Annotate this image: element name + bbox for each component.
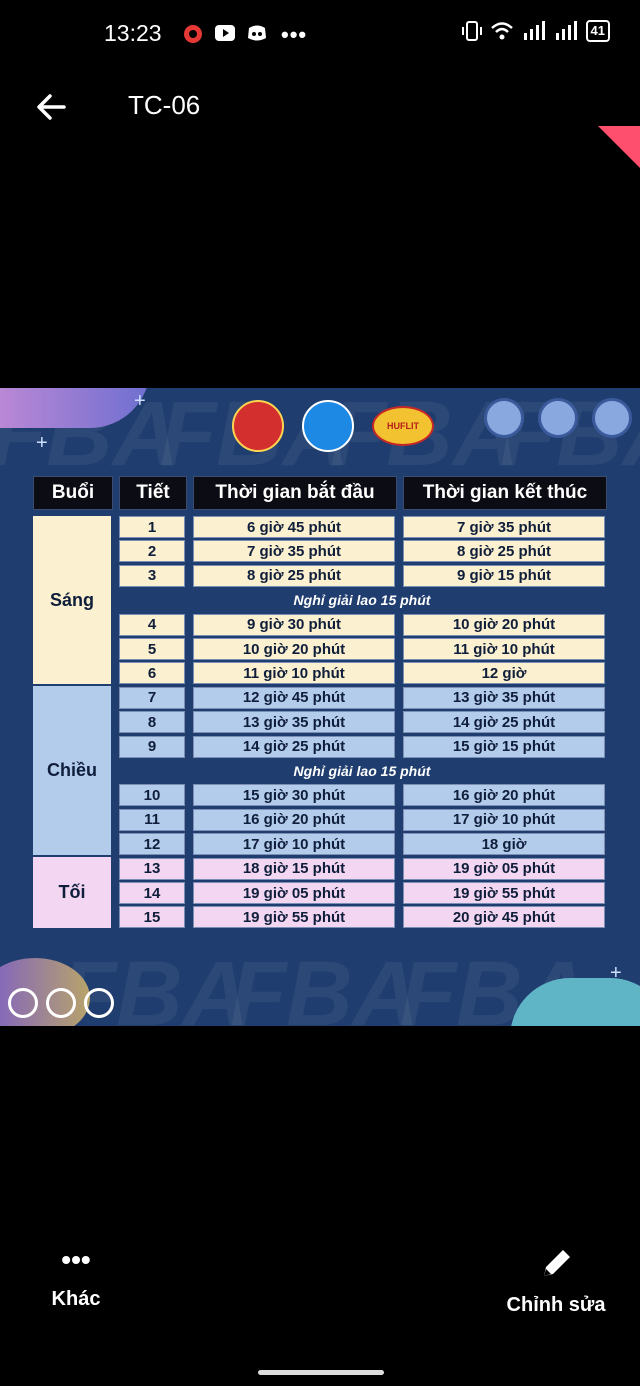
battery-icon: 41 [585,20,610,42]
more-notifications-icon: ••• [281,22,308,47]
start-time-cell: 19 giờ 05 phút [193,882,395,904]
vibrate-icon [461,21,482,41]
start-time-cell: 10 giờ 20 phút [193,638,395,660]
start-time-cell: 17 giờ 10 phút [193,833,395,856]
session-afternoon: Chiều [33,685,111,856]
plus-decoration-icon: + [610,962,622,984]
wifi-icon [490,22,513,40]
session-evening: Tối [33,856,111,929]
header-end: Thời gian kết thúc [403,476,607,510]
period-cell: 13 [119,857,185,880]
period-cell: 4 [119,613,185,636]
session-morning: Sáng [33,516,111,685]
period-cell: 15 [119,906,185,929]
start-time-cell: 8 giờ 25 phút [193,564,395,587]
start-time-cell: 9 giờ 30 phút [193,613,395,636]
edit-button[interactable]: Chỉnh sửa [500,1238,612,1317]
logos: HUFLIT [232,400,434,452]
end-time-cell: 20 giờ 45 phút [403,906,605,929]
end-time-cell: 19 giờ 05 phút [403,857,605,880]
period-cell: 5 [119,638,185,660]
end-time-cell: 9 giờ 15 phút [403,564,605,587]
status-bar: 13:23 ••• 41 [0,0,640,68]
period-cell: 8 [119,711,185,734]
header-start: Thời gian bắt đầu [193,476,397,510]
signal-icon [523,21,545,40]
back-arrow-icon[interactable] [34,90,68,124]
more-button[interactable]: ••• Khác [40,1238,112,1311]
period-cell: 3 [119,564,185,587]
start-time-cell: 15 giờ 30 phút [193,784,395,807]
app-bar: TC-06 [0,68,640,168]
discord-icon [248,25,266,41]
youtube-icon [215,25,235,41]
start-time-cell: 13 giờ 35 phút [193,711,395,734]
notification-app-icon [184,25,202,43]
home-indicator[interactable] [258,1370,384,1375]
end-time-cell: 10 giờ 20 phút [403,613,605,636]
break-row: Nghỉ giải lao 15 phút [293,592,431,609]
period-cell: 11 [119,808,185,831]
student-association-logo [302,400,354,452]
start-time-cell: 12 giờ 45 phút [193,686,395,709]
period-cell: 14 [119,882,185,904]
system-icons: 41 [461,20,610,42]
bottom-action-bar: ••• Khác Chỉnh sửa [0,1238,640,1348]
corner-badge-icon [598,126,640,168]
plus-decoration-icon: + [134,390,146,412]
decorative-circles [484,398,632,438]
start-time-cell: 11 giờ 10 phút [193,662,395,685]
break-row: Nghỉ giải lao 15 phút [293,763,431,779]
status-time: 13:23 [104,20,162,46]
end-time-cell: 8 giờ 25 phút [403,540,605,563]
end-time-cell: 18 giờ [403,833,605,856]
end-time-cell: 13 giờ 35 phút [403,686,605,709]
plus-decoration-icon: + [36,432,48,454]
signal-icon-2 [555,21,577,40]
edit-label: Chỉnh sửa [506,1294,606,1316]
timetable-image[interactable]: FBA FBA FBA FBA FBA FBA FBA + + + HUFLIT… [0,388,640,1026]
start-time-cell: 6 giờ 45 phút [193,516,395,538]
period-cell: 1 [119,516,185,538]
more-label: Khác [51,1288,101,1310]
end-time-cell: 19 giờ 55 phút [403,882,605,904]
huflit-logo: HUFLIT [372,406,434,446]
page-title: TC-06 [128,90,201,120]
end-time-cell: 16 giờ 20 phút [403,784,605,807]
period-cell: 2 [119,540,185,563]
more-dots-icon: ••• [61,1244,91,1275]
end-time-cell: 17 giờ 10 phút [403,808,605,831]
decorative-rings [8,988,114,1018]
pencil-icon [544,1250,570,1276]
period-cell: 10 [119,784,185,807]
period-cell: 6 [119,662,185,685]
period-cell: 12 [119,833,185,856]
end-time-cell: 12 giờ [403,662,605,685]
youth-union-logo [232,400,284,452]
start-time-cell: 14 giờ 25 phút [193,735,395,758]
period-cell: 7 [119,686,185,709]
start-time-cell: 19 giờ 55 phút [193,906,395,929]
header-period: Tiết [119,476,187,510]
start-time-cell: 18 giờ 15 phút [193,857,395,880]
header-session: Buổi [33,476,113,510]
end-time-cell: 14 giờ 25 phút [403,711,605,734]
period-cell: 9 [119,735,185,758]
start-time-cell: 7 giờ 35 phút [193,540,395,563]
start-time-cell: 16 giờ 20 phút [193,808,395,831]
end-time-cell: 15 giờ 15 phút [403,735,605,758]
end-time-cell: 11 giờ 10 phút [403,638,605,660]
end-time-cell: 7 giờ 35 phút [403,516,605,538]
